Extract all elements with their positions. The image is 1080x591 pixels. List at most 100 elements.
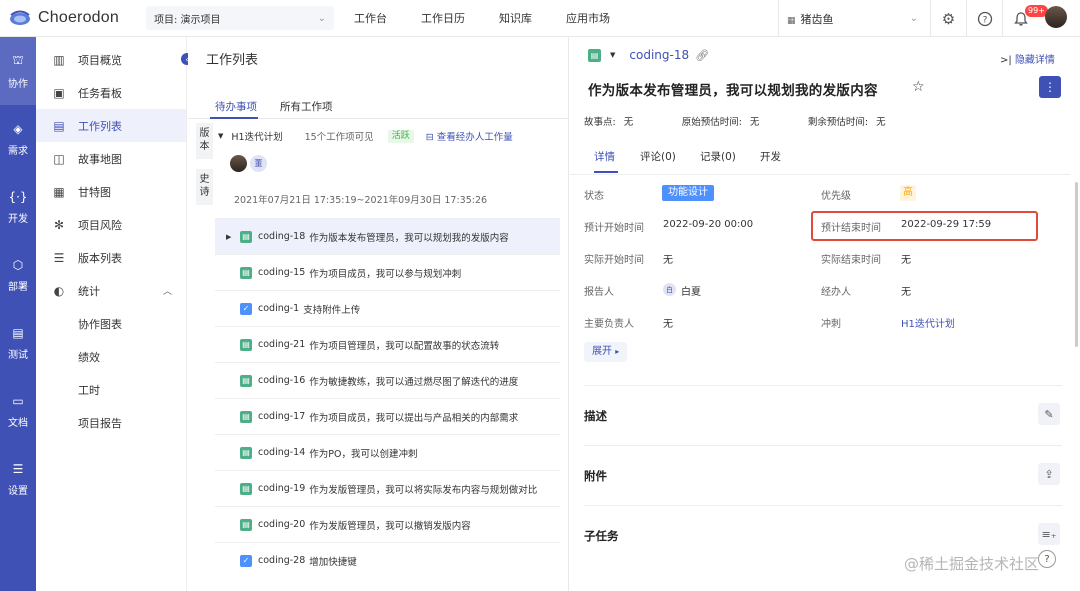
table-row[interactable]: ▤ coding-21 作为项目管理员，我可以配置故事的状态流转 [215, 326, 560, 362]
story-icon: ▤ [240, 518, 252, 531]
sidebar-item-storymap[interactable]: ◫ 故事地图 [36, 142, 186, 175]
actual-end-value[interactable]: 无 [901, 251, 911, 266]
status-badge[interactable]: 功能设计 [662, 185, 714, 201]
sprint-value[interactable]: H1迭代计划 [901, 315, 955, 330]
sidebar-item-collab-chart[interactable]: 协作图表 [36, 307, 186, 340]
sidebar-item-gantt[interactable]: ▦ 甘特图 [36, 175, 186, 208]
table-row[interactable]: ▶ ▤ coding-18 作为版本发布管理员，我可以规划我的发版内容 [215, 218, 560, 254]
estimate-row: 故事点: 无 原始预估时间: 无 剩余预估时间: 无 [584, 114, 886, 128]
table-row[interactable]: ✓ coding-28 增加快捷键 [215, 542, 560, 578]
original-estimate-value[interactable]: 无 [750, 114, 808, 128]
owner-value[interactable]: 无 [663, 315, 673, 330]
expand-button[interactable]: 展开 ▸ [584, 342, 628, 362]
hands-icon: ⛫ [12, 52, 24, 67]
tab-all-issues[interactable]: 所有工作项 [280, 99, 333, 114]
vtab-version[interactable]: 版本 [196, 123, 213, 159]
edit-description-button[interactable]: ✎ [1038, 403, 1060, 425]
watermark: @稀土掘金技术社区 [904, 555, 1040, 573]
pencil-icon: ✎ [1044, 407, 1054, 421]
floating-help-button[interactable]: ? [1038, 550, 1056, 568]
scrollbar[interactable] [1075, 182, 1078, 347]
settings-button[interactable]: ⚙ [930, 0, 966, 37]
table-row[interactable]: ▤ coding-16 作为敏捷教练，我可以通过燃尽图了解迭代的进度 [215, 362, 560, 398]
tab-development[interactable]: 开发 [760, 149, 781, 164]
remaining-estimate-value[interactable]: 无 [876, 114, 886, 128]
more-actions-button[interactable]: ⋮ [1039, 76, 1061, 98]
star-icon[interactable]: ☆ [912, 79, 925, 95]
tab-history[interactable]: 记录(0) [700, 149, 736, 164]
top-bar: Choerodon 项目: 演示项目 ⌄ 工作台 工作日历 知识库 应用市场 ▦… [0, 0, 1080, 37]
sprint-status-badge: 活跃 [387, 129, 414, 143]
rail-item-collab[interactable]: ⛫ 协作 [0, 37, 36, 105]
rail-item-docs[interactable]: ▭ 文档 [0, 377, 36, 445]
table-row[interactable]: ▤ coding-20 作为发版管理员，我可以撤销发版内容 [215, 506, 560, 542]
plan-end-value[interactable]: 2022-09-29 17:59 [901, 219, 991, 230]
user-avatar[interactable] [1045, 6, 1067, 28]
active-tab-underline [594, 171, 618, 173]
sidebar-item-stats[interactable]: ◐ 统计 ︿ [36, 274, 186, 307]
table-row[interactable]: ▤ coding-19 作为发版管理员，我可以将实际发布内容与规划做对比 [215, 470, 560, 506]
sidebar-item-worktime[interactable]: 工时 [36, 373, 186, 406]
building-icon: ▦ [787, 15, 796, 26]
type-dropdown-icon[interactable]: ▼ [610, 51, 615, 59]
story-points-value[interactable]: 无 [624, 114, 682, 128]
upload-attachment-button[interactable]: ⇪ [1038, 463, 1060, 485]
actual-start-value[interactable]: 无 [663, 251, 673, 266]
sprint-name: H1迭代计划 [231, 132, 283, 143]
add-subtask-button[interactable]: ≡₊ [1038, 523, 1060, 545]
member-avatar[interactable] [230, 155, 247, 172]
table-row[interactable]: ▤ coding-14 作为PO，我可以创建冲刺 [215, 434, 560, 470]
view-workload-link[interactable]: ⊟ 查看经办人工作量 [426, 129, 513, 143]
rail-item-develop[interactable]: {·} 开发 [0, 173, 36, 241]
nav-market[interactable]: 应用市场 [566, 10, 610, 26]
notification-button[interactable]: 99+ [1002, 0, 1048, 37]
issue-detail-panel: ▤ ▼ coding-18 🔗︎ >| 隐藏详情 作为版本发布管理员，我可以规划… [570, 37, 1080, 591]
vtab-epic[interactable]: 史诗 [196, 169, 213, 205]
chevron-down-icon: ⌄ [317, 12, 326, 24]
sidebar-item-performance[interactable]: 绩效 [36, 340, 186, 373]
caret-down-icon[interactable]: ▼ [218, 132, 223, 140]
link-icon[interactable]: 🔗︎ [695, 49, 709, 62]
table-row[interactable]: ▤ coding-15 作为项目成员，我可以参与规划冲刺 [215, 254, 560, 290]
sidebar-item-report[interactable]: 项目报告 [36, 406, 186, 439]
tab-backlog[interactable]: 待办事项 [215, 99, 257, 114]
priority-badge[interactable]: 高 [900, 185, 916, 201]
member-avatar[interactable]: 董 [250, 155, 267, 172]
logo[interactable]: Choerodon [0, 9, 138, 27]
hide-detail-button[interactable]: >| 隐藏详情 [1000, 51, 1055, 66]
table-row[interactable]: ✓ coding-1 支持附件上传 [215, 290, 560, 326]
sidebar-item-worklist[interactable]: ▤ 工作列表 [36, 109, 186, 142]
priority-label: 优先级 [821, 191, 851, 202]
reporter-value[interactable]: 白夏 [681, 283, 701, 298]
story-icon[interactable]: ▤ [588, 48, 601, 62]
sidebar-item-versions[interactable]: ☰ 版本列表 [36, 241, 186, 274]
worklist-tabs: 待办事项 所有工作项 [188, 89, 569, 119]
nav-knowledge[interactable]: 知识库 [499, 10, 532, 26]
tab-comments[interactable]: 评论(0) [640, 149, 676, 164]
rail-item-test[interactable]: ▤ 测试 [0, 309, 36, 377]
nav-calendar[interactable]: 工作日历 [421, 10, 465, 26]
rail-item-deploy[interactable]: ⬡ 部署 [0, 241, 36, 309]
status-label: 状态 [584, 191, 604, 202]
project-select-value: 项目: 演示项目 [154, 14, 221, 26]
issue-title[interactable]: 作为版本发布管理员，我可以规划我的发版内容 [588, 79, 878, 99]
detail-tabs: 详情 评论(0) 记录(0) 开发 [570, 145, 1070, 175]
detail-header: ▤ ▼ coding-18 🔗︎ [588, 48, 709, 62]
project-select[interactable]: 项目: 演示项目 ⌄ [146, 6, 334, 30]
plan-end-label: 预计结束时间 [821, 223, 881, 234]
plan-start-value[interactable]: 2022-09-20 00:00 [663, 219, 753, 230]
table-row[interactable]: ▤ coding-17 作为项目成员，我可以提出与产品相关的内部需求 [215, 398, 560, 434]
rail-item-requirement[interactable]: ◈ 需求 [0, 105, 36, 173]
org-select[interactable]: ▦ 猪齿鱼 ⌄ [778, 0, 926, 37]
assignee-value[interactable]: 无 [901, 283, 911, 298]
rail-item-settings[interactable]: ☰ 设置 [0, 445, 36, 513]
overview-icon: ▥ [53, 52, 65, 67]
tab-detail[interactable]: 详情 [594, 149, 615, 164]
nav-workbench[interactable]: 工作台 [354, 10, 387, 26]
sidebar-item-board[interactable]: ▣ 任务看板 [36, 76, 186, 109]
code-icon: {·} [8, 189, 28, 204]
help-icon: ? [1044, 553, 1050, 565]
sidebar-item-risk[interactable]: ✻ 项目风险 [36, 208, 186, 241]
sidebar-item-overview[interactable]: ▥ 项目概览 [36, 43, 186, 76]
help-button[interactable]: ? [966, 0, 1002, 37]
